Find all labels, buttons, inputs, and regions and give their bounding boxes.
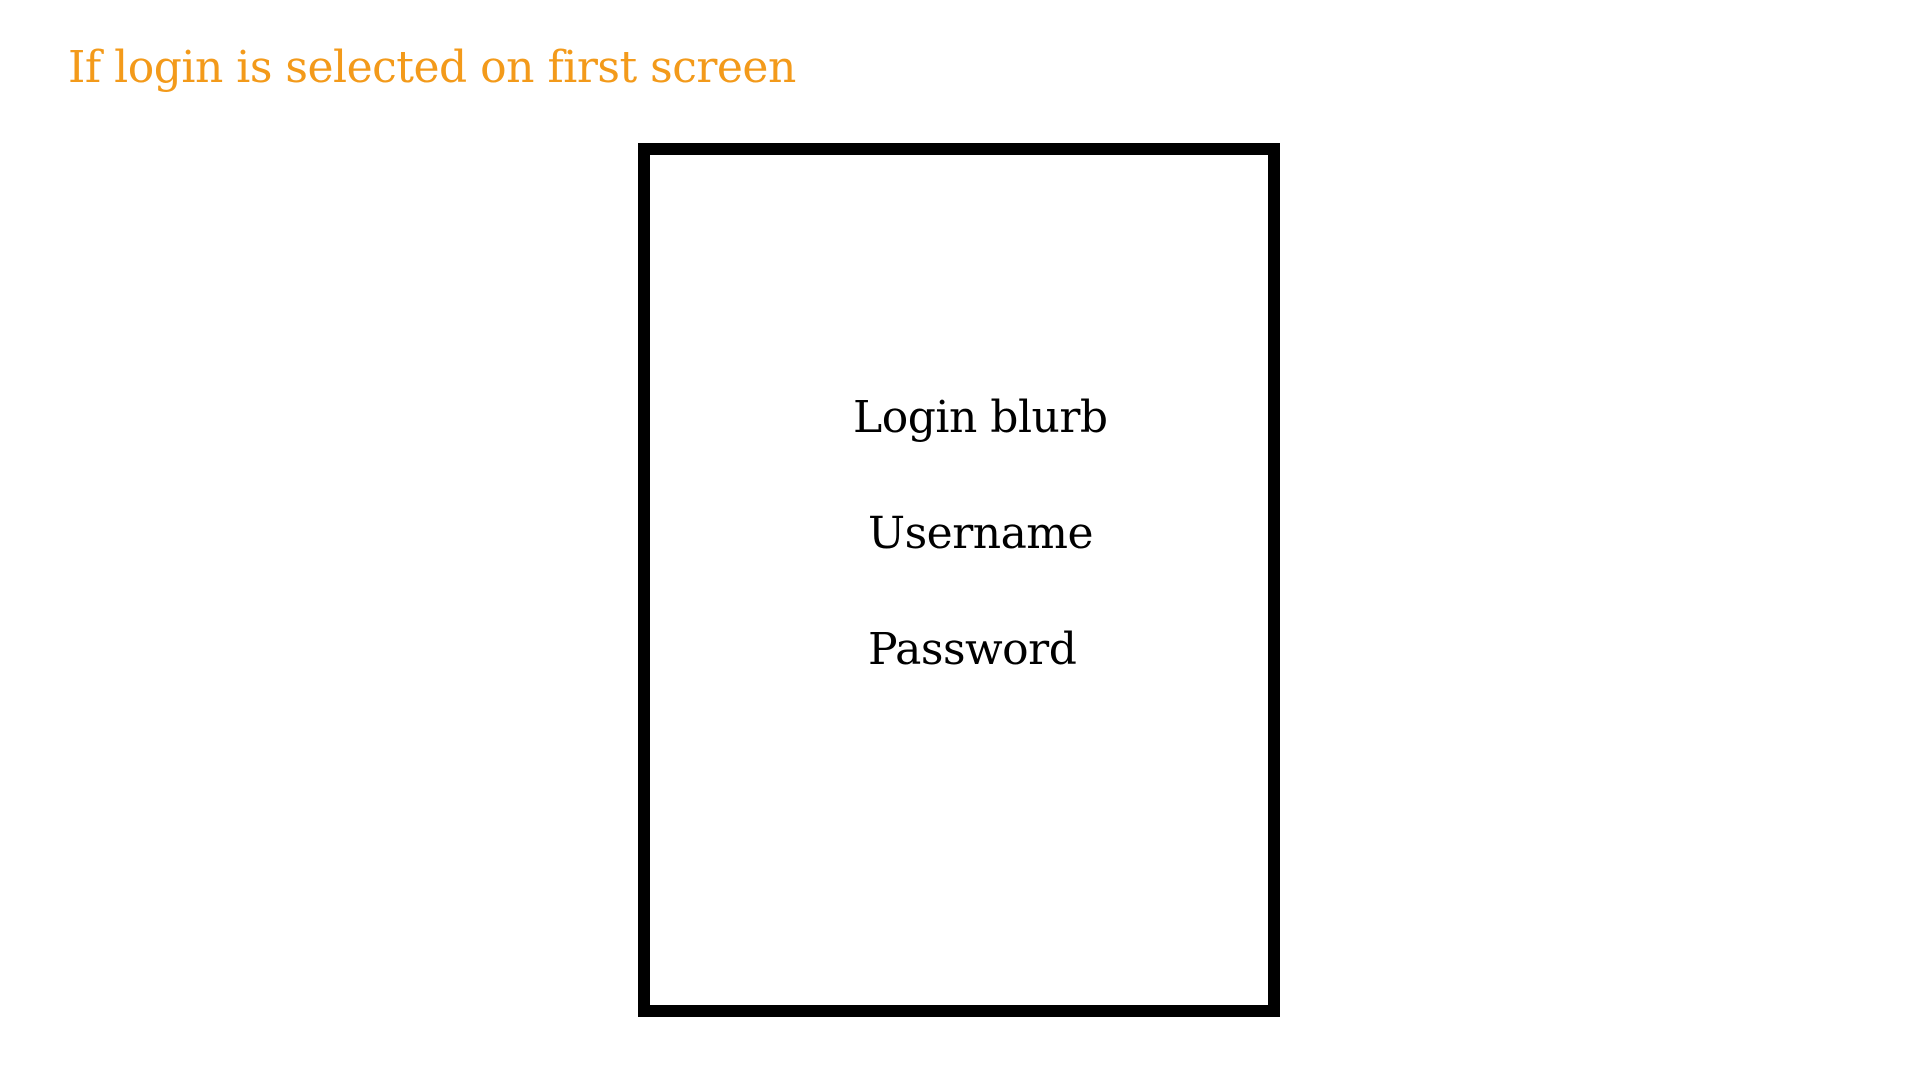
username-label[interactable]: Username	[868, 508, 1094, 559]
page-heading: If login is selected on first screen	[68, 42, 796, 93]
password-label[interactable]: Password	[868, 624, 1077, 675]
login-blurb: Login blurb	[853, 392, 1108, 443]
login-screen-frame: Login blurb Username Password	[638, 143, 1280, 1017]
wireframe-page: If login is selected on first screen Log…	[0, 0, 1920, 1080]
